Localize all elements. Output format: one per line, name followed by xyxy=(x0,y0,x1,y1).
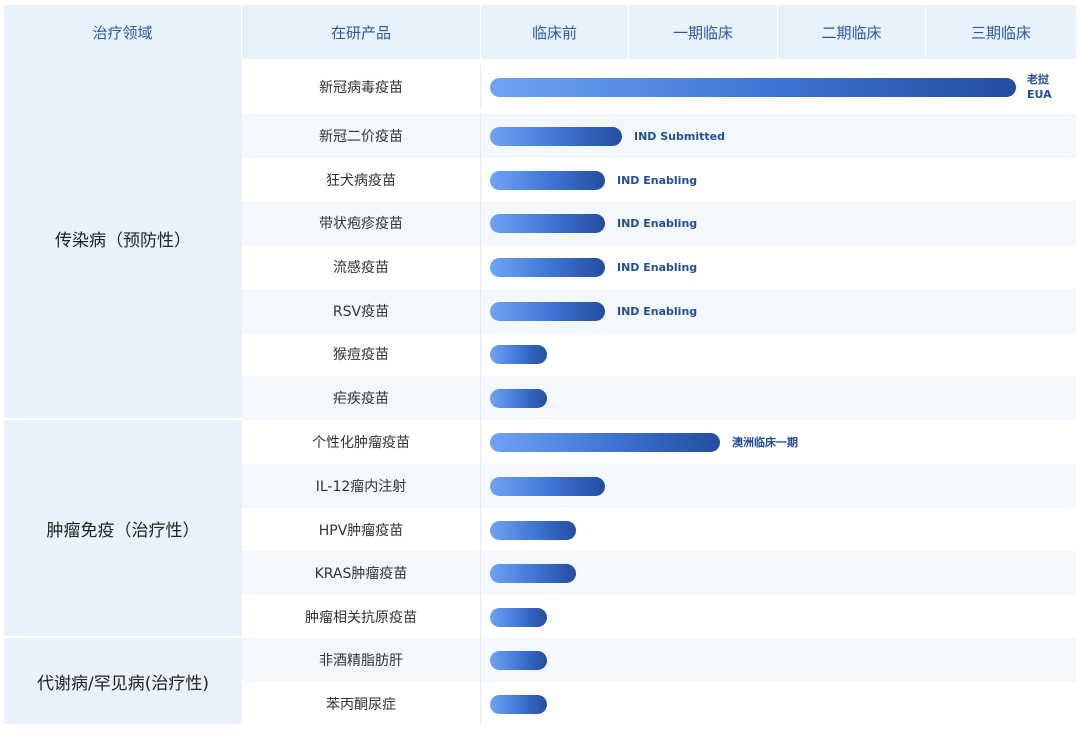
status-label: 澳洲临床一期 xyxy=(732,435,798,449)
progress-bar xyxy=(490,608,547,627)
header-area: 治疗领域 xyxy=(4,5,242,59)
table-header: 治疗领域 在研产品 临床前 一期临床 二期临床 三期临床 xyxy=(4,5,1076,59)
pipeline-table: 治疗领域 在研产品 临床前 一期临床 二期临床 三期临床 传染病（预防性） 肿瘤… xyxy=(0,0,1080,733)
product-name: 新冠二价疫苗 xyxy=(242,114,481,158)
product-row-il12: IL-12瘤内注射 xyxy=(242,464,1076,508)
product-name: 肿瘤相关抗原疫苗 xyxy=(242,595,481,639)
status-label: 老挝 EUA xyxy=(1027,65,1052,109)
progress-bar xyxy=(490,171,605,190)
product-row-covid: 新冠病毒疫苗 老挝 EUA xyxy=(242,65,1076,109)
product-name: 苯丙酮尿症 xyxy=(242,682,481,726)
status-label: IND Enabling xyxy=(617,173,698,187)
progress-bar xyxy=(490,477,605,496)
product-name: IL-12瘤内注射 xyxy=(242,464,481,508)
progress-bar xyxy=(490,433,720,452)
status-label: IND Enabling xyxy=(617,260,698,274)
product-row-kras: KRAS肿瘤疫苗 xyxy=(242,551,1076,595)
product-row-covid-bivalent: 新冠二价疫苗 IND Submitted xyxy=(242,114,1076,158)
product-name: 个性化肿瘤疫苗 xyxy=(242,420,481,464)
product-row-rsv: RSV疫苗 IND Enabling xyxy=(242,289,1076,333)
progress-bar xyxy=(490,521,576,540)
progress-bar xyxy=(490,389,547,408)
product-row-malaria: 疟疾疫苗 xyxy=(242,376,1076,420)
progress-bar xyxy=(490,214,605,233)
progress-bar xyxy=(490,564,576,583)
area-oncology: 肿瘤免疫（治疗性） xyxy=(4,420,242,638)
progress-bar xyxy=(490,127,622,146)
area-infectious: 传染病（预防性） xyxy=(4,59,242,420)
progress-bar xyxy=(490,78,1016,97)
status-label: IND Enabling xyxy=(617,216,698,230)
status-line-2: EUA xyxy=(1027,88,1052,101)
progress-bar xyxy=(490,345,547,364)
product-name: 疟疾疫苗 xyxy=(242,376,481,420)
product-row-taa: 肿瘤相关抗原疫苗 xyxy=(242,595,1076,639)
product-row-flu: 流感疫苗 IND Enabling xyxy=(242,245,1076,289)
header-product: 在研产品 xyxy=(242,5,481,59)
product-row-mpox: 猴痘疫苗 xyxy=(242,332,1076,376)
product-name: 猴痘疫苗 xyxy=(242,332,481,376)
product-name: HPV肿瘤疫苗 xyxy=(242,508,481,552)
product-row-hpv: HPV肿瘤疫苗 xyxy=(242,508,1076,552)
area-metabolic: 代谢病/罕见病(治疗性) xyxy=(4,638,242,726)
product-row-nafld: 非酒精脂肪肝 xyxy=(242,638,1076,682)
status-label: IND Submitted xyxy=(634,129,725,143)
progress-bar xyxy=(490,302,605,321)
status-line-1: 老挝 xyxy=(1027,73,1049,86)
progress-bar xyxy=(490,258,605,277)
product-name: 带状疱疹疫苗 xyxy=(242,201,481,245)
product-name: 流感疫苗 xyxy=(242,245,481,289)
product-name: RSV疫苗 xyxy=(242,289,481,333)
product-name: 狂犬病疫苗 xyxy=(242,158,481,202)
product-name: 非酒精脂肪肝 xyxy=(242,638,481,682)
product-row-personalized-tumor: 个性化肿瘤疫苗 澳洲临床一期 xyxy=(242,420,1076,464)
header-phase-3: 三期临床 xyxy=(970,23,1031,42)
product-row-pku: 苯丙酮尿症 xyxy=(242,682,1076,726)
header-phase-2: 二期临床 xyxy=(778,5,926,59)
product-row-rabies: 狂犬病疫苗 IND Enabling xyxy=(242,158,1076,202)
product-name: KRAS肿瘤疫苗 xyxy=(242,551,481,595)
header-phase-preclinical: 临床前 xyxy=(481,5,629,59)
progress-bar xyxy=(490,695,547,714)
product-row-zoster: 带状疱疹疫苗 IND Enabling xyxy=(242,201,1076,245)
status-label: IND Enabling xyxy=(617,304,698,318)
product-name: 新冠病毒疫苗 xyxy=(242,65,481,109)
header-phase-1: 一期临床 xyxy=(629,5,778,59)
progress-bar xyxy=(490,651,547,670)
